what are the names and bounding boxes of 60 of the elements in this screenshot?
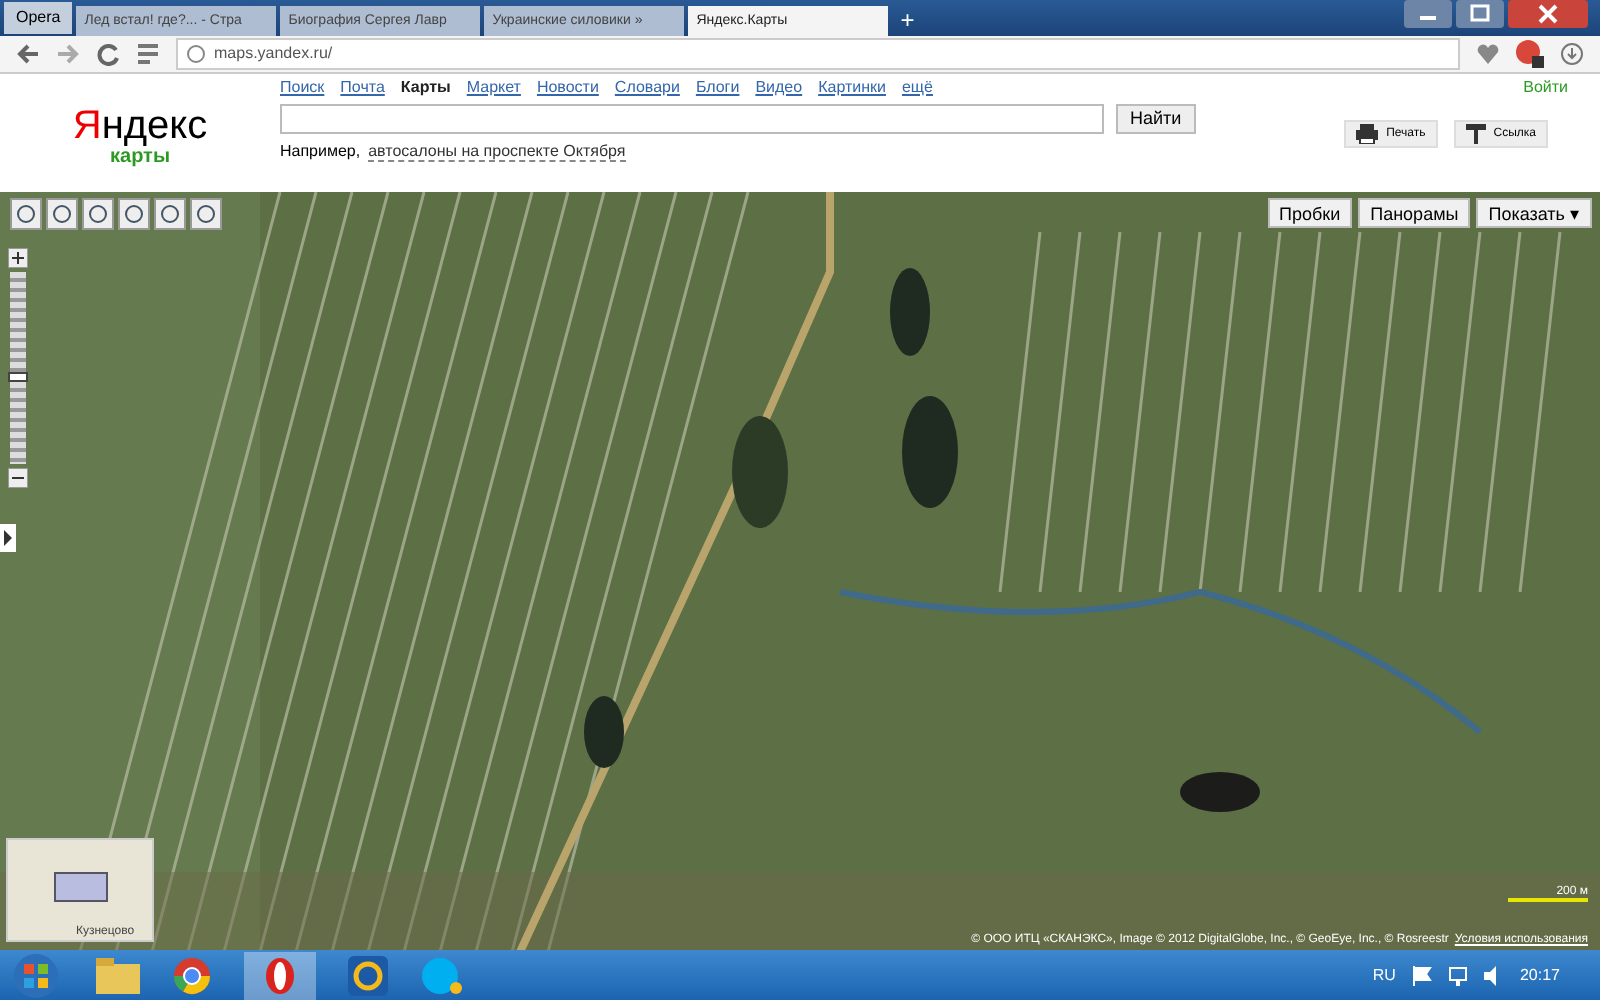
panel-toggle-icon[interactable] (0, 524, 16, 553)
reload-icon[interactable] (96, 41, 120, 66)
service-link[interactable]: Словари (614, 77, 680, 96)
minimap-viewport[interactable] (54, 872, 108, 903)
zoom-out-icon[interactable] (8, 468, 28, 489)
pin-icon (1465, 123, 1486, 144)
service-link[interactable]: Маркет (466, 77, 521, 96)
yandex-logo[interactable]: Яндекс (72, 105, 208, 146)
show-dropdown[interactable]: Показать ▾ (1476, 198, 1592, 229)
map-tool-icon[interactable] (10, 198, 42, 231)
shadow-shape (1180, 772, 1260, 813)
layer-button[interactable]: Панорамы (1358, 198, 1471, 229)
service-link[interactable]: Картинки (818, 77, 886, 96)
zoom-slider[interactable] (10, 272, 26, 465)
service-link[interactable]: ещё (901, 77, 933, 96)
service-link[interactable]: Поиск (280, 77, 325, 96)
new-tab-button[interactable]: + (892, 3, 923, 36)
speed-dial-icon[interactable] (136, 41, 160, 66)
service-link[interactable]: Видео (755, 77, 803, 96)
example-label: Например, (280, 141, 361, 162)
flag-icon[interactable] (1411, 965, 1432, 986)
heart-icon[interactable] (1476, 41, 1500, 66)
zoom-in-icon[interactable] (8, 248, 28, 269)
close-icon[interactable] (1508, 0, 1588, 28)
pond-shape (902, 396, 958, 509)
printer-icon (1356, 123, 1379, 144)
map-tool-icon[interactable] (46, 198, 78, 231)
login-link[interactable]: Войти (1523, 77, 1568, 96)
start-button-icon[interactable] (8, 951, 64, 1000)
opera-menu-button[interactable]: Opera (4, 1, 73, 34)
maps-subtitle: карты (110, 145, 170, 168)
map-tool-icon[interactable] (118, 198, 150, 231)
download-icon[interactable] (1560, 41, 1584, 66)
network-icon[interactable] (1447, 965, 1468, 986)
search-button[interactable]: Найти (1116, 103, 1196, 134)
back-icon[interactable] (16, 41, 40, 66)
service-link[interactable]: Почта (340, 77, 385, 96)
pond-shape (584, 696, 624, 769)
minimize-icon[interactable] (1404, 0, 1452, 28)
example-link[interactable]: автосалоны на проспекте Октября (368, 141, 626, 162)
map-tool-icon[interactable] (190, 198, 222, 231)
search-field[interactable] (280, 103, 1104, 134)
language-indicator[interactable]: RU (1372, 966, 1396, 985)
folder-icon[interactable] (96, 957, 140, 994)
pond-shape (732, 416, 788, 529)
skype-icon[interactable] (420, 955, 464, 996)
service-link[interactable]: Блоги (695, 77, 740, 96)
map-tool-icon[interactable] (154, 198, 186, 231)
layer-button[interactable]: Пробки (1267, 198, 1353, 229)
chrome-icon[interactable] (172, 955, 212, 996)
pond-shape (890, 268, 930, 357)
scale-bar (1508, 898, 1588, 903)
map-tool-icon[interactable] (82, 198, 114, 231)
opera-icon[interactable] (264, 955, 296, 996)
globe-icon (186, 43, 206, 64)
maximize-icon[interactable] (1456, 0, 1504, 28)
service-link[interactable]: Новости (536, 77, 599, 96)
service-link[interactable]: Карты (400, 77, 451, 96)
clock[interactable]: 20:17 (1519, 966, 1560, 985)
address-field[interactable]: maps.yandex.ru/ (176, 37, 1460, 70)
